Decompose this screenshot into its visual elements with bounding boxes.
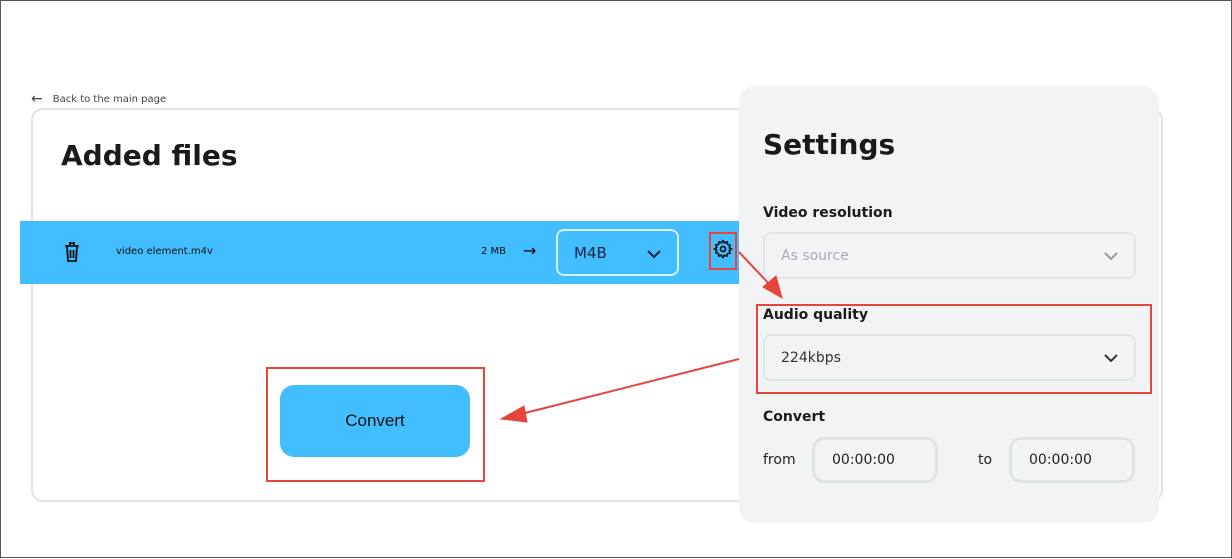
convert-button[interactable]: Convert xyxy=(280,385,470,457)
back-link-label: Back to the main page xyxy=(52,93,167,105)
to-label: to xyxy=(978,452,993,468)
convert-range-label: Convert xyxy=(763,409,826,425)
file-name: video element.m4v xyxy=(116,246,213,257)
gear-icon xyxy=(713,239,733,263)
settings-title: Settings xyxy=(763,128,896,161)
to-time-input[interactable]: 00:00:00 xyxy=(1009,437,1135,483)
trash-icon[interactable] xyxy=(64,242,80,266)
video-resolution-label: Video resolution xyxy=(763,205,893,221)
arrow-left-icon: ← xyxy=(31,91,43,107)
video-resolution-value: As source xyxy=(781,247,849,264)
annotation-box-audio-quality xyxy=(756,304,1152,394)
file-size: 2 MB xyxy=(481,246,507,257)
file-row: video element.m4v 2 MB → M4B xyxy=(20,221,740,284)
arrow-right-icon: → xyxy=(523,241,537,260)
video-resolution-select[interactable]: As source xyxy=(763,232,1136,279)
page-title: Added files xyxy=(61,139,238,172)
format-select[interactable]: M4B xyxy=(556,229,679,276)
chevron-down-icon xyxy=(1104,248,1118,264)
back-link[interactable]: ← Back to the main page xyxy=(31,91,166,107)
settings-gear-button[interactable] xyxy=(709,232,737,270)
from-label: from xyxy=(763,452,796,468)
from-time-input[interactable]: 00:00:00 xyxy=(812,437,938,483)
chevron-down-icon xyxy=(647,244,661,262)
format-value: M4B xyxy=(574,243,607,262)
